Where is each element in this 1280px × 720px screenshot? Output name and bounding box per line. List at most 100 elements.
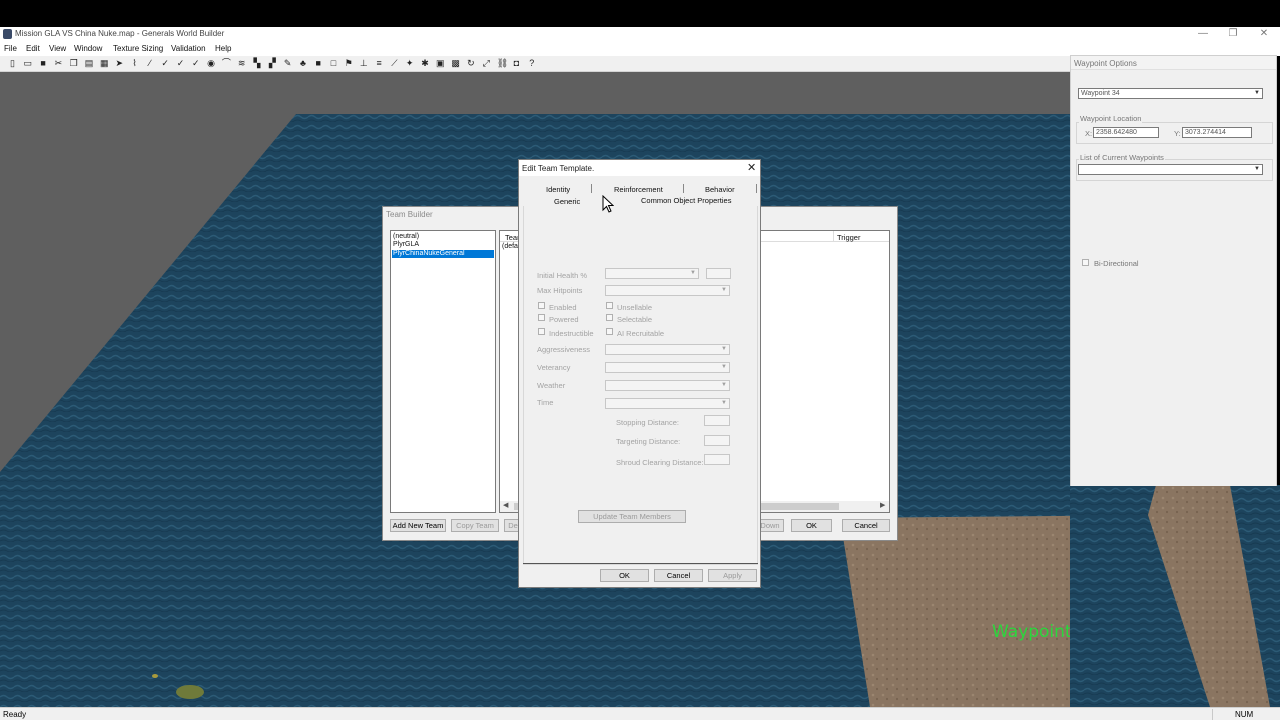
tab-common-object-properties[interactable]: Common Object Properties [641, 196, 731, 205]
powered-checkbox[interactable] [538, 314, 545, 321]
team-list[interactable]: (neutral) PlyrGLA PlyrChinaNukeGeneral [390, 230, 496, 513]
targeting-distance-field[interactable] [704, 435, 730, 446]
menu-validation[interactable]: Validation [171, 44, 206, 53]
new-icon[interactable]: ▯ [8, 59, 17, 68]
chevron-down-icon: ▼ [721, 400, 727, 406]
stopping-distance-field[interactable] [704, 415, 730, 426]
scroll-left-icon[interactable]: ◀ [503, 501, 508, 509]
menu-help[interactable]: Help [215, 44, 231, 53]
check-icon[interactable]: ✓ [161, 59, 170, 68]
waypoint-list-select[interactable]: ▼ [1078, 164, 1263, 175]
shroud-distance-field[interactable] [704, 454, 730, 465]
x-coordinate-field[interactable]: 2358.642480 [1093, 127, 1159, 138]
pencil-icon[interactable]: ✎ [283, 59, 292, 68]
update-team-members-button[interactable]: Update Team Members [578, 510, 686, 523]
mesh-icon[interactable]: ▩ [451, 59, 460, 68]
map-viewport-right[interactable] [1070, 485, 1280, 707]
team-builder-cancel-button[interactable]: Cancel [842, 519, 890, 532]
menu-view[interactable]: View [49, 44, 66, 53]
x-label: X: [1085, 129, 1093, 138]
wand-icon[interactable]: ✦ [405, 59, 414, 68]
globe-icon[interactable]: ◉ [207, 59, 216, 68]
edit-team-cancel-button[interactable]: Cancel [654, 569, 703, 582]
curve-icon[interactable]: ⌒ [222, 59, 231, 68]
select-icon[interactable]: ➤ [115, 59, 124, 68]
close-icon[interactable]: ✕ [747, 161, 756, 174]
max-hitpoints-select[interactable]: ▼ [605, 285, 730, 296]
aggressiveness-label: Aggressiveness [537, 345, 590, 354]
brush-icon[interactable]: ∕ [145, 59, 154, 68]
road-icon[interactable]: ≋ [237, 59, 246, 68]
veterancy-select[interactable]: ▼ [605, 362, 730, 373]
ruler-icon[interactable]: ⟋ [390, 59, 399, 68]
lines-icon[interactable]: ≡ [375, 59, 384, 68]
copy-icon[interactable]: ❐ [69, 59, 78, 68]
y-coordinate-field[interactable]: 3073.274414 [1182, 127, 1252, 138]
tree-icon[interactable]: ♣ [298, 59, 307, 68]
weather-select[interactable]: ▼ [605, 380, 730, 391]
grid-divider [833, 231, 834, 242]
camera-icon[interactable]: ◘ [512, 59, 521, 68]
powered-label: Powered [549, 315, 579, 324]
check-icon[interactable]: ✓ [176, 59, 185, 68]
scroll-right-icon[interactable]: ▶ [880, 501, 885, 509]
menu-file[interactable]: File [4, 44, 17, 53]
selectable-checkbox[interactable] [606, 314, 613, 321]
status-bar: Ready NUM [0, 707, 1280, 720]
eyedropper-icon[interactable]: ⌇ [130, 59, 139, 68]
chevron-down-icon: ▼ [1254, 166, 1260, 172]
app-title: Mission GLA VS China Nuke.map - Generals… [15, 29, 225, 38]
check-icon[interactable]: ✓ [191, 59, 200, 68]
save-icon[interactable]: ■ [39, 59, 48, 68]
time-select[interactable]: ▼ [605, 398, 730, 409]
print-icon[interactable]: ▦ [100, 59, 109, 68]
tab-behavior[interactable]: Behavior [705, 185, 735, 194]
team-list-item-selected[interactable]: PlyrChinaNukeGeneral [392, 250, 494, 258]
square-icon[interactable]: ■ [314, 59, 323, 68]
menu-window[interactable]: Window [74, 44, 102, 53]
tab-generic[interactable]: Generic [554, 197, 580, 206]
gear-icon[interactable]: ✱ [421, 59, 430, 68]
grid-icon[interactable]: ▚ [253, 59, 262, 68]
axis-icon[interactable]: ⊥ [359, 59, 368, 68]
scale-icon[interactable]: ⤢ [482, 59, 491, 68]
open-icon[interactable]: ▭ [23, 59, 33, 68]
tab-identity[interactable]: Identity [546, 185, 570, 194]
veterancy-label: Veterancy [537, 363, 571, 372]
link-icon[interactable]: ⛓ [497, 59, 508, 68]
waypoint-select[interactable]: Waypoint 34 ▼ [1078, 88, 1263, 99]
grid-row-default[interactable]: (defa [502, 243, 518, 250]
team-list-item[interactable]: (neutral) [393, 233, 419, 241]
grid-header-trigger[interactable]: Trigger [837, 233, 860, 242]
initial-health-field[interactable] [706, 268, 731, 279]
aggressiveness-select[interactable]: ▼ [605, 344, 730, 355]
unsellable-checkbox[interactable] [606, 302, 613, 309]
enabled-checkbox[interactable] [538, 302, 545, 309]
close-icon[interactable]: ✕ [1249, 27, 1279, 42]
team-list-item[interactable]: PlyrGLA [393, 241, 419, 249]
copy-team-button[interactable]: Copy Team [451, 519, 499, 532]
max-hitpoints-label: Max Hitpoints [537, 286, 583, 295]
rect-icon[interactable]: □ [329, 59, 338, 68]
tab-reinforcement[interactable]: Reinforcement [614, 185, 663, 194]
checker-icon[interactable]: ▞ [268, 59, 277, 68]
initial-health-select[interactable]: ▼ [605, 268, 699, 279]
selectable-label: Selectable [617, 315, 653, 324]
minimize-icon[interactable]: — [1188, 27, 1218, 42]
restore-icon[interactable]: ❐ [1218, 27, 1248, 42]
menu-edit[interactable]: Edit [26, 44, 40, 53]
flag-icon[interactable]: ⚑ [344, 59, 353, 68]
ai-recruitable-checkbox[interactable] [606, 328, 613, 335]
team-builder-ok-button[interactable]: OK [791, 519, 832, 532]
help-icon[interactable]: ? [527, 59, 536, 68]
paste-icon[interactable]: ▤ [85, 59, 94, 68]
box-icon[interactable]: ▣ [436, 59, 445, 68]
cut-icon[interactable]: ✂ [54, 59, 63, 68]
indestructible-checkbox[interactable] [538, 328, 545, 335]
edit-team-apply-button[interactable]: Apply [708, 569, 757, 582]
rotate-icon[interactable]: ↻ [466, 59, 475, 68]
menu-texture-sizing[interactable]: Texture Sizing [113, 44, 163, 53]
add-new-team-button[interactable]: Add New Team [390, 519, 446, 532]
bidirectional-checkbox[interactable] [1082, 259, 1089, 266]
edit-team-ok-button[interactable]: OK [600, 569, 649, 582]
